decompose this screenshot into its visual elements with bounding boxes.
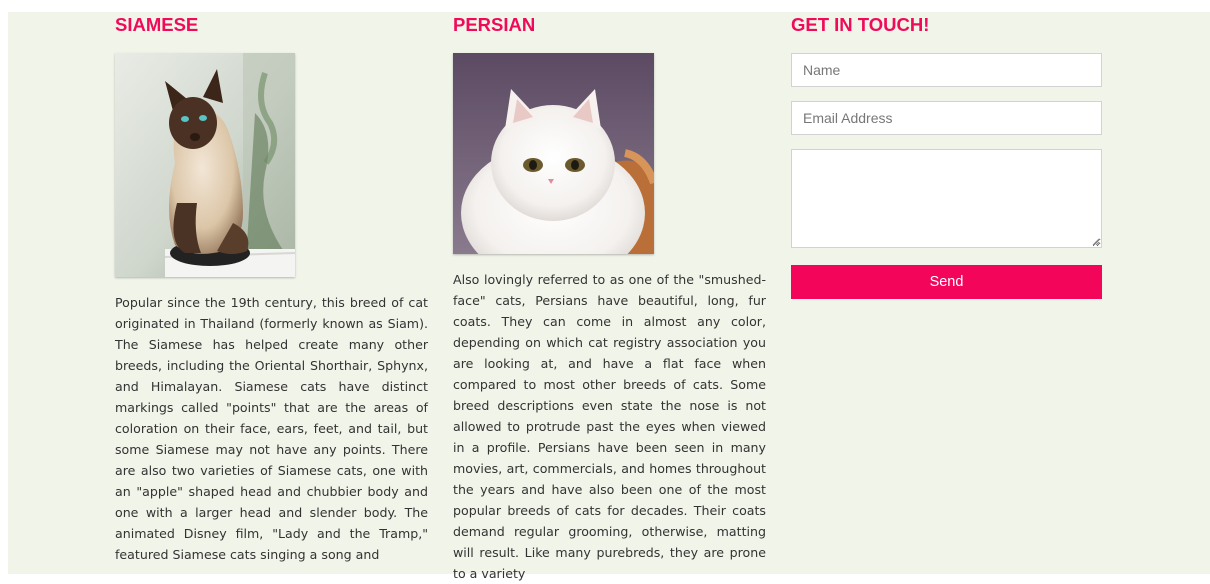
email-input[interactable] <box>791 101 1102 135</box>
persian-heading: PERSIAN <box>453 14 536 35</box>
message-field-wrapper <box>791 149 1102 248</box>
siamese-cat-image <box>115 53 295 277</box>
siamese-heading: SIAMESE <box>115 14 199 35</box>
message-textarea[interactable] <box>791 149 1102 248</box>
contact-heading: GET IN TOUCH! <box>791 14 930 35</box>
persian-cat-image <box>453 53 654 254</box>
persian-description: Also lovingly referred to as one of the … <box>453 272 766 581</box>
send-button[interactable]: Send <box>791 265 1102 299</box>
persian-cat-illustration <box>453 53 654 254</box>
siamese-description: Popular since the 19th century, this bre… <box>115 295 428 562</box>
name-input[interactable] <box>791 53 1102 87</box>
siamese-cat-illustration <box>115 53 295 277</box>
